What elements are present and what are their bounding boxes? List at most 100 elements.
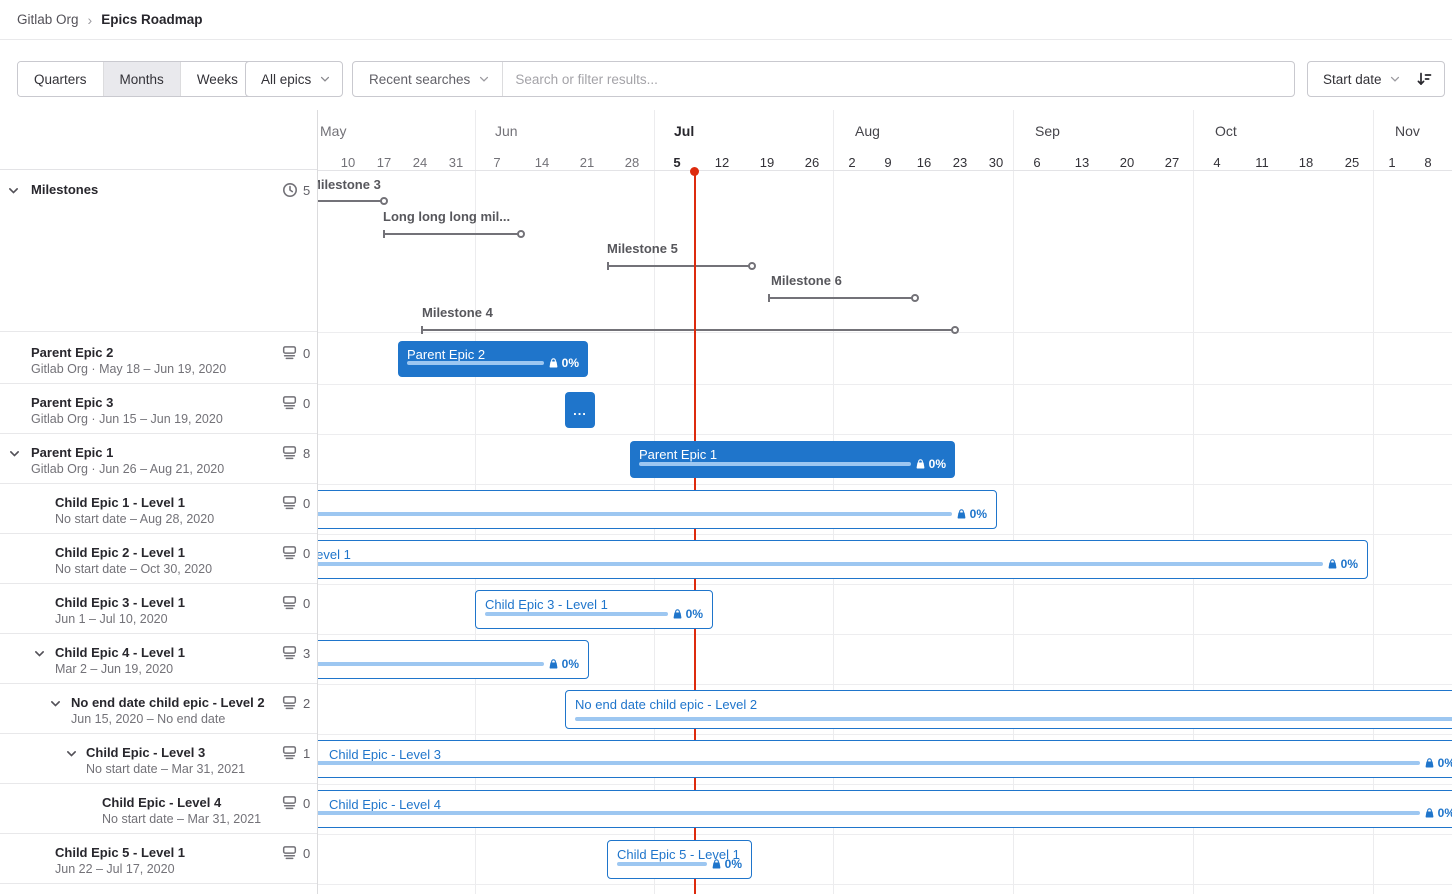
milestone-line-long-milestone — [383, 233, 521, 235]
week-label: 25 — [1345, 155, 1359, 170]
week-label: 30 — [989, 155, 1003, 170]
week-label: 23 — [953, 155, 967, 170]
epic-list-item-child-epic-1[interactable]: Child Epic 1 - Level 1 No start date – A… — [0, 484, 317, 534]
epic-icon — [282, 645, 298, 661]
collapse-epic-chevron-icon[interactable] — [8, 447, 21, 460]
epic-bar-child-epic-5[interactable]: Child Epic 5 - Level 1 0% — [607, 840, 752, 879]
milestone-label: Milestone 4 — [422, 305, 493, 320]
week-label: 18 — [1299, 155, 1313, 170]
collapse-milestones-chevron-icon[interactable] — [7, 184, 20, 197]
epic-children-count: 3 — [303, 646, 310, 661]
page-title: Epics Roadmap — [101, 12, 202, 27]
milestone-label: Milestone 6 — [771, 273, 842, 288]
collapse-epic-chevron-icon[interactable] — [65, 747, 78, 760]
week-label: 7 — [493, 155, 500, 170]
progress-track — [407, 361, 544, 365]
epic-list-item-child-epic-5[interactable]: Child Epic 5 - Level 1 Jun 22 – Jul 17, … — [0, 834, 317, 884]
preset-quarters-button[interactable]: Quarters — [18, 62, 104, 96]
epic-bar-child-epic-1[interactable]: 0% — [298, 490, 997, 529]
preset-months-button[interactable]: Months — [104, 62, 181, 96]
epic-bar-parent-epic-3[interactable]: ... — [565, 392, 595, 428]
preset-weeks-button[interactable]: Weeks — [181, 62, 254, 96]
progress-track — [639, 462, 911, 466]
milestone-line-milestone-6 — [768, 297, 915, 299]
sort-direction-icon[interactable] — [1416, 71, 1432, 87]
milestone-start-tick — [768, 294, 770, 302]
weight-value: 0% — [686, 607, 703, 621]
recent-searches-dropdown[interactable]: Recent searches — [353, 62, 502, 96]
breadcrumb-group-link[interactable]: Gitlab Org — [17, 12, 79, 27]
epic-list-item-parent-epic-2[interactable]: Parent Epic 2 Gitlab Org · May 18 – Jun … — [0, 332, 317, 384]
epic-list-item-parent-epic-1[interactable]: Parent Epic 1 Gitlab Org · Jun 26 – Aug … — [0, 434, 317, 484]
epic-title[interactable]: Parent Epic 1 — [31, 445, 113, 460]
epic-list-item-parent-epic-3[interactable]: Parent Epic 3 Gitlab Org · Jun 15 – Jun … — [0, 384, 317, 434]
weight-icon — [672, 609, 683, 620]
epic-dates: Jun 1 – Jul 10, 2020 — [55, 612, 168, 626]
epic-list-item-child-epic-2[interactable]: Child Epic 2 - Level 1 No start date – O… — [0, 534, 317, 584]
week-label: 12 — [715, 155, 729, 170]
epic-bar-parent-epic-1[interactable]: Parent Epic 1 0% — [630, 441, 955, 478]
epic-list-item-child-epic-4[interactable]: Child Epic 4 - Level 1 Mar 2 – Jun 19, 2… — [0, 634, 317, 684]
epic-title[interactable]: Parent Epic 2 — [31, 345, 113, 360]
week-label: 24 — [413, 155, 427, 170]
epic-children-count: 0 — [303, 496, 310, 511]
epic-dates: Jun 22 – Jul 17, 2020 — [55, 862, 175, 876]
weight-value: 0% — [970, 507, 987, 521]
weight-icon — [956, 509, 967, 520]
epic-title[interactable]: Child Epic 2 - Level 1 — [55, 545, 185, 560]
week-label: 11 — [1255, 155, 1269, 170]
collapse-epic-chevron-icon[interactable] — [49, 697, 62, 710]
epic-title[interactable]: Child Epic - Level 3 — [86, 745, 205, 760]
epic-dates: No start date – Oct 30, 2020 — [55, 562, 212, 576]
weight-value: 0% — [1438, 806, 1452, 820]
collapse-epic-chevron-icon[interactable] — [33, 647, 46, 660]
epic-bar-child-epic-level-4[interactable]: Child Epic - Level 4 0% — [298, 790, 1452, 828]
epic-title[interactable]: No end date child epic - Level 2 — [71, 695, 265, 710]
epic-list-item-child-epic-3[interactable]: Child Epic 3 - Level 1 Jun 1 – Jul 10, 2… — [0, 584, 317, 634]
epic-bar-parent-epic-2[interactable]: Parent Epic 2 0% — [398, 341, 588, 377]
epic-icon — [282, 795, 298, 811]
milestones-section-row: Milestones 5 — [0, 170, 317, 332]
milestone-label: Milestone 5 — [607, 241, 678, 256]
breadcrumb: Gitlab Org › Epics Roadmap — [0, 0, 1452, 40]
progress-track — [308, 662, 544, 666]
epic-bar-child-epic-3[interactable]: Child Epic 3 - Level 1 0% — [475, 590, 713, 629]
epic-children-count: 0 — [303, 796, 310, 811]
weight-icon — [548, 659, 559, 670]
progress-track — [308, 761, 1420, 765]
recent-searches-label: Recent searches — [369, 72, 470, 87]
epic-title[interactable]: Parent Epic 3 — [31, 395, 113, 410]
epic-bar-child-epic-level-3[interactable]: Child Epic - Level 3 0% — [298, 740, 1452, 778]
filtered-search-box: Recent searches — [352, 61, 1295, 97]
week-label: 21 — [580, 155, 594, 170]
epic-icon — [282, 695, 298, 711]
epic-title[interactable]: Child Epic 4 - Level 1 — [55, 645, 185, 660]
epic-bar-child-epic-2[interactable]: Child Epic 2 - Level 1 0% — [298, 540, 1368, 579]
epics-filter-dropdown[interactable]: All epics — [245, 61, 343, 97]
search-input[interactable] — [503, 62, 1294, 96]
epic-title[interactable]: Child Epic 1 - Level 1 — [55, 495, 185, 510]
milestone-label: Milestone 3 — [310, 177, 381, 192]
epic-bar-title: No end date child epic - Level 2 — [566, 691, 1452, 712]
epic-title[interactable]: Child Epic 5 - Level 1 — [55, 845, 185, 860]
epic-title[interactable]: Child Epic 3 - Level 1 — [55, 595, 185, 610]
epic-bar-child-epic-4[interactable]: 0% — [298, 640, 589, 679]
epic-title[interactable]: Child Epic - Level 4 — [102, 795, 221, 810]
month-label-current: Jul — [674, 123, 694, 139]
weight-value: 0% — [725, 857, 742, 871]
chevron-down-icon — [479, 74, 489, 84]
sidebar-header-spacer — [0, 110, 317, 170]
epic-list-item-child-epic-level-3[interactable]: Child Epic - Level 3 No start date – Mar… — [0, 734, 317, 784]
sort-field-dropdown[interactable]: Start date — [1323, 72, 1382, 87]
week-label: 26 — [805, 155, 819, 170]
month-label: Nov — [1395, 123, 1420, 139]
milestone-line-milestone-4 — [421, 329, 955, 331]
epic-list-item-no-end-date-child-epic[interactable]: No end date child epic - Level 2 Jun 15,… — [0, 684, 317, 734]
epic-dates: Mar 2 – Jun 19, 2020 — [55, 662, 173, 676]
epic-list-item-child-epic-level-4[interactable]: Child Epic - Level 4 No start date – Mar… — [0, 784, 317, 834]
epic-dates: Jun 15, 2020 – No end date — [71, 712, 225, 726]
weight-value: 0% — [929, 457, 946, 471]
roadmap-chart: May Jun Jul Aug Sep Oct Nov 10 17 24 31 … — [0, 110, 1452, 894]
month-label: Sep — [1035, 123, 1060, 139]
epic-bar-no-end-date-child-epic[interactable]: No end date child epic - Level 2 — [565, 690, 1452, 729]
